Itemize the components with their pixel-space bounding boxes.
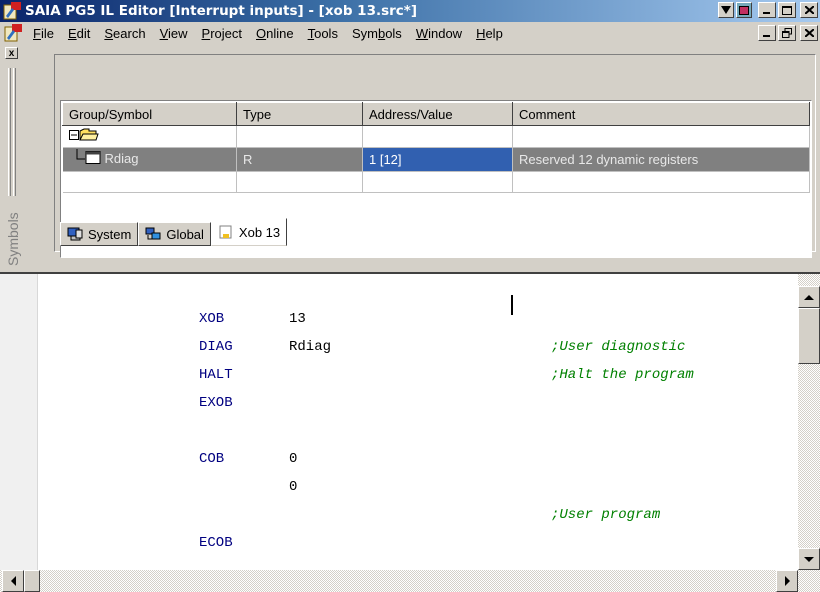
column-header-comment[interactable]: Comment [512, 102, 810, 126]
mdi-close-button[interactable] [800, 25, 818, 41]
editor-gutter [0, 274, 38, 570]
app-icon[interactable] [3, 2, 21, 20]
close-icon[interactable]: x [5, 47, 18, 59]
table-row[interactable]: Rdiag R 1 [12] Reserved 12 dynamic regis… [62, 147, 810, 172]
operand: 13 [289, 311, 306, 327]
operand: Rdiag [289, 339, 332, 355]
column-header-type[interactable]: Type [236, 102, 363, 126]
horizontal-scroll-thumb[interactable] [24, 570, 40, 592]
instruction: ECOB [199, 535, 233, 551]
pane-splitter[interactable] [0, 254, 820, 274]
register-icon [76, 149, 100, 164]
menu-online[interactable]: Online [249, 26, 301, 41]
code-comment: ;Halt the program [551, 367, 694, 383]
column-header-group-symbol[interactable]: Group/Symbol [62, 102, 237, 126]
grip-bar[interactable] [13, 68, 16, 196]
scroll-up-button[interactable] [798, 286, 820, 308]
type-cell[interactable]: R [236, 147, 363, 172]
mdi-restore-button[interactable] [778, 25, 796, 41]
tab-label: System [88, 226, 132, 242]
table-row-empty[interactable] [62, 171, 810, 193]
instruction: COB [199, 451, 225, 467]
grip-bar[interactable] [8, 68, 11, 196]
column-header-address[interactable]: Address/Value [362, 102, 513, 126]
tab-label: Global [166, 226, 204, 242]
menu-edit[interactable]: Edit [61, 26, 97, 41]
global-icon [145, 227, 161, 241]
tab-xob-13[interactable]: Xob 13 [210, 218, 288, 246]
menu-file[interactable]: File [26, 26, 61, 41]
table-header: Group/Symbol Type Address/Value Comment [62, 102, 810, 126]
menu-help[interactable]: Help [469, 26, 510, 41]
instruction: HALT [199, 367, 233, 383]
collapse-folder-icon [68, 128, 99, 141]
window-tile-icon[interactable] [736, 2, 752, 18]
comment-cell[interactable]: Reserved 12 dynamic registers [512, 147, 810, 172]
table-row-group[interactable] [62, 125, 810, 148]
text-caret [511, 295, 513, 315]
instruction: DIAG [199, 339, 233, 355]
horizontal-scrollbar[interactable] [0, 570, 820, 592]
menu-window[interactable]: Window [409, 26, 469, 41]
operand: 0 [289, 451, 298, 467]
menu-bar: File Edit Search View Project Online Too… [0, 22, 820, 44]
system-icon [67, 227, 83, 241]
scroll-thumb[interactable] [798, 308, 820, 364]
menu-symbols[interactable]: Symbols [345, 26, 409, 41]
menu-view[interactable]: View [153, 26, 195, 41]
symbol-cell[interactable]: Rdiag [62, 147, 237, 172]
tab-system[interactable]: System [60, 222, 139, 246]
vertical-scrollbar[interactable] [798, 274, 820, 570]
code-comment: ;User program [551, 507, 661, 523]
title-bar[interactable]: SAIA PG5 IL Editor [Interrupt inputs] - … [0, 0, 820, 22]
maximize-button[interactable] [778, 2, 796, 18]
code-comment: ;User diagnostic [551, 339, 686, 355]
close-button[interactable] [800, 2, 818, 18]
instruction: EXOB [199, 395, 233, 411]
address-cell[interactable]: 1 [12] [362, 147, 513, 172]
window-title: SAIA PG5 IL Editor [Interrupt inputs] - … [25, 3, 418, 19]
operand: 0 [289, 479, 298, 495]
tab-global[interactable]: Global [138, 222, 211, 246]
scroll-left-button[interactable] [2, 570, 24, 592]
symbols-tabs: System Global Xob 13 [60, 218, 288, 246]
code-editor[interactable] [0, 274, 820, 570]
window-menu-icon[interactable] [718, 2, 734, 18]
scroll-down-button[interactable] [798, 548, 820, 570]
scroll-right-button[interactable] [776, 570, 798, 592]
mdi-minimize-button[interactable] [758, 25, 776, 41]
symbol-name: Rdiag [104, 150, 139, 166]
tab-label: Xob 13 [238, 224, 281, 240]
menu-project[interactable]: Project [195, 26, 249, 41]
file-icon [218, 225, 234, 239]
minimize-button[interactable] [758, 2, 776, 18]
menu-search[interactable]: Search [97, 26, 152, 41]
menu-tools[interactable]: Tools [301, 26, 345, 41]
instruction: XOB [199, 311, 225, 327]
symbols-table: Group/Symbol Type Address/Value Comment [62, 102, 810, 193]
group-cell[interactable] [62, 125, 237, 148]
document-icon[interactable] [4, 24, 22, 42]
